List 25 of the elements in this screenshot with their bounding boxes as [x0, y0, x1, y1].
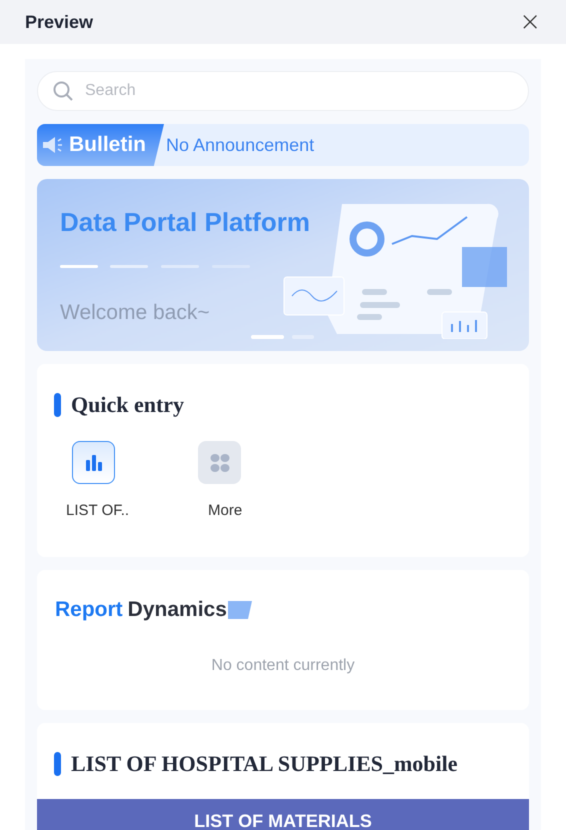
accent-bar: [54, 752, 61, 776]
quick-entry-label: More: [208, 501, 242, 521]
search-icon: [53, 81, 73, 101]
report-banner-title: LIST OF MATERIALS: [194, 810, 372, 830]
bar-chart-icon: [72, 441, 115, 484]
section-title: LIST OF HOSPITAL SUPPLIES_mobile: [71, 750, 458, 778]
section-title-accent: Report: [55, 597, 123, 623]
section-title: Quick entry: [71, 391, 184, 419]
quick-entry-item[interactable]: LIST OF..: [54, 441, 180, 522]
carousel-indicator[interactable]: [251, 335, 284, 339]
close-button[interactable]: ×: [519, 9, 541, 35]
window-title: Preview: [25, 10, 94, 34]
banner-title: Data Portal Platform: [60, 206, 310, 239]
quick-entry-label: LIST OF..: [66, 501, 130, 521]
accent-bar: [54, 392, 61, 416]
quick-entry-item[interactable]: More: [180, 441, 306, 522]
bulletin-label: Bulletin: [69, 132, 146, 158]
grid-icon: [198, 441, 241, 484]
swoosh-icon: [228, 600, 252, 619]
announcement-text: No Announcement: [166, 134, 314, 156]
speaker-icon: [41, 135, 65, 155]
empty-state-text: No content currently: [210, 656, 356, 676]
banner-subtitle: Welcome back~: [60, 300, 210, 326]
search-field[interactable]: Search: [37, 71, 529, 111]
section-title: Dynamics: [128, 597, 227, 623]
